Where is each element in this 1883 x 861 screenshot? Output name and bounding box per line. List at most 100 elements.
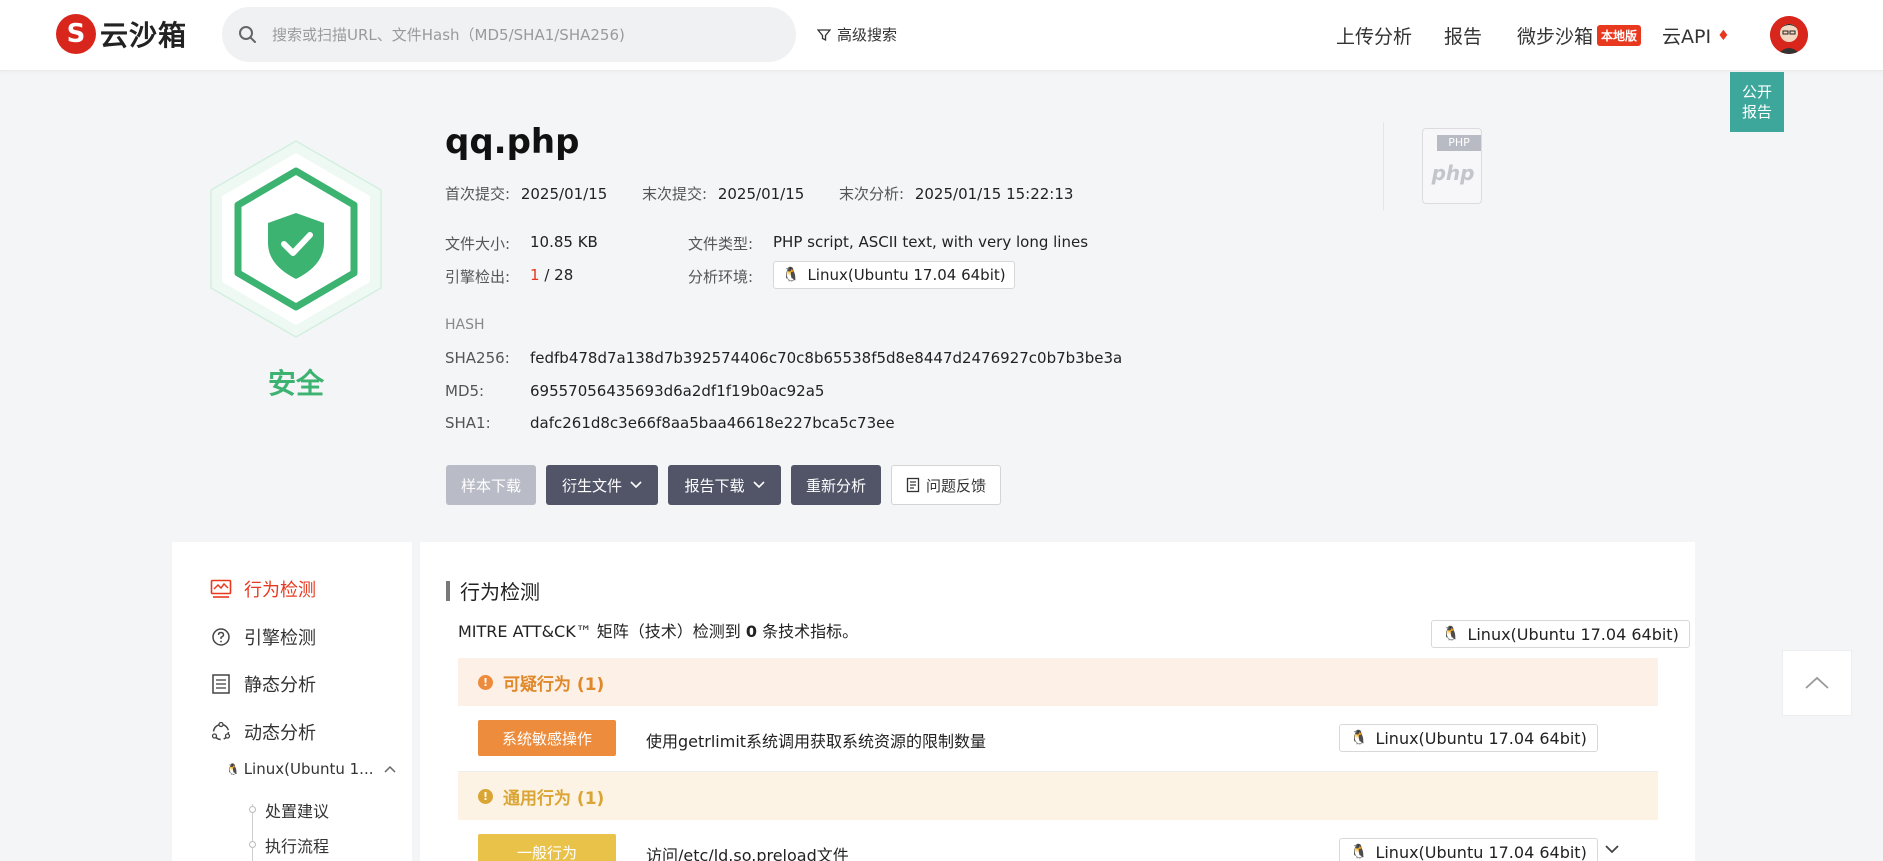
md5-label: MD5: [445, 382, 485, 400]
chevron-down-icon[interactable] [1604, 844, 1620, 854]
mitre-prefix: MITRE ATT&CK™ 矩阵（技术）检测到 [458, 622, 741, 641]
chevron-down-icon [630, 481, 642, 489]
public-report-button[interactable]: 公开 报告 [1730, 72, 1784, 132]
mitre-suffix: 条技术指标。 [762, 622, 859, 641]
chevron-up-icon [1805, 676, 1829, 689]
question-circle-icon [212, 628, 230, 646]
analysis-env-tag[interactable]: 🐧 Linux(Ubuntu 17.04 64bit) [773, 261, 1015, 289]
php-file-tag: PHP [1437, 135, 1481, 151]
nav-report[interactable]: 报告 [1444, 22, 1482, 49]
search-input[interactable] [272, 25, 752, 44]
sidebar-item-dynamic-label: 动态分析 [244, 723, 316, 744]
first-submit-value: 2025/01/15 [520, 185, 608, 203]
general-behavior-title: 通用行为 (1) [503, 788, 605, 809]
file-name: qq.php [445, 122, 580, 162]
nav-cloud-api[interactable]: 云API ♦ [1662, 22, 1730, 49]
chevron-down-icon [752, 481, 765, 489]
nav-micro-sandbox-label: 微步沙箱 [1517, 26, 1594, 48]
analysis-env-label: 分析环境: [688, 268, 754, 286]
general-behavior-header[interactable]: ! 通用行为 (1) [458, 772, 1658, 820]
php-file-icon: PHP php [1422, 128, 1482, 204]
engine-detect-value: 1 / 28 [530, 266, 573, 284]
hash-title: HASH [445, 317, 485, 333]
warning-icon: ! [478, 674, 493, 690]
derived-files-button[interactable]: 衍生文件 [546, 465, 658, 505]
file-size-label: 文件大小: [445, 235, 511, 253]
engine-total-count: / 28 [544, 266, 574, 284]
section-title-text: 行为检测 [460, 580, 540, 604]
suspicious-env-label: Linux(Ubuntu 17.04 64bit) [1375, 728, 1587, 748]
last-submit-label: 末次提交: [642, 185, 708, 203]
logo-text: 云沙箱 [100, 19, 188, 52]
sidebar-item-static-label: 静态分析 [244, 675, 316, 696]
derived-files-label: 衍生文件 [561, 476, 622, 495]
general-env-tag: 🐧 Linux(Ubuntu 17.04 64bit) [1339, 838, 1598, 861]
user-avatar[interactable] [1770, 16, 1808, 54]
sidebar-item-behavior-label: 行为检测 [244, 580, 316, 601]
document-icon [906, 477, 920, 493]
sha256-value[interactable]: fedfb478d7a138d7b392574406c70c8b65538f5d… [530, 349, 1122, 367]
behavior-panel: 行为检测 MITRE ATT&CK™ 矩阵（技术）检测到 0 条技术指标。 🐧 … [420, 542, 1695, 861]
env-filter-tag[interactable]: 🐧 Linux(Ubuntu 17.04 64bit) [1431, 620, 1690, 648]
tree-node [249, 806, 256, 813]
local-version-badge: 本地版 [1597, 25, 1642, 46]
linux-penguin-icon: 🐧 [1350, 844, 1368, 860]
linux-penguin-icon: 🐧 [782, 267, 800, 283]
top-header: S 云沙箱 高级搜索 上传分析 报告 微步沙箱 本地版 云API ♦ [0, 0, 1883, 71]
sidebar-env-toggle[interactable]: 🐧 Linux(Ubuntu 1... [226, 760, 396, 778]
sidebar-leaf-advice[interactable]: 处置建议 [265, 798, 329, 822]
logo[interactable]: S 云沙箱 [56, 12, 187, 56]
back-to-top-button[interactable] [1782, 650, 1852, 716]
sha256-label: SHA256: [445, 349, 510, 367]
sha1-label: SHA1: [445, 414, 491, 432]
search-bar[interactable] [222, 7, 796, 62]
first-submit: 首次提交: 2025/01/15 [445, 183, 607, 204]
suspicious-behavior-title: 可疑行为 (1) [503, 674, 605, 695]
mitre-summary: MITRE ATT&CK™ 矩阵（技术）检测到 0 条技术指标。 [458, 618, 858, 642]
report-download-label: 报告下载 [684, 476, 745, 495]
sidebar-item-dynamic[interactable]: 动态分析 [210, 719, 316, 745]
sidebar-item-engine[interactable]: 引擎检测 [210, 624, 316, 650]
report-download-button[interactable]: 报告下载 [668, 465, 781, 505]
sha1-value[interactable]: dafc261d8c3e66f8aa5baa46618e227bca5c73ee [530, 414, 895, 432]
advanced-search-label: 高级搜索 [837, 26, 898, 44]
section-title: 行为检测 [446, 576, 540, 605]
general-behavior-text[interactable]: 访问/etc/ld.so.preload文件 [646, 842, 849, 861]
nav-cloud-api-label: 云API [1662, 26, 1712, 48]
verdict-label: 安全 [267, 367, 324, 400]
monitor-icon [210, 579, 232, 598]
sidebar-item-behavior[interactable]: 行为检测 [210, 576, 316, 602]
feedback-label: 问题反馈 [925, 476, 986, 495]
section-title-bar [446, 580, 450, 601]
verdict-shield-icon [196, 139, 396, 339]
vertical-divider [1383, 122, 1384, 210]
analysis-env-value: Linux(Ubuntu 17.04 64bit) [807, 266, 1006, 284]
advanced-search-button[interactable]: 高级搜索 [817, 24, 897, 45]
warning-icon: ! [478, 788, 493, 804]
nav-micro-sandbox[interactable]: 微步沙箱 本地版 [1517, 22, 1642, 49]
last-analysis: 末次分析: 2025/01/15 15:22:13 [839, 183, 1073, 204]
sensitive-operation-tag: 系统敏感操作 [478, 720, 616, 756]
sidebar-item-engine-label: 引擎检测 [244, 628, 316, 649]
general-behavior-tag: 一般行为 [478, 834, 616, 861]
nav-upload-analysis[interactable]: 上传分析 [1336, 22, 1412, 49]
sample-download-button[interactable]: 样本下载 [446, 465, 536, 505]
public-report-line1: 公开 [1741, 83, 1772, 101]
logo-mark: S [56, 14, 96, 54]
filter-icon [817, 28, 831, 41]
feedback-button[interactable]: 问题反馈 [891, 465, 1001, 505]
env-filter-label: Linux(Ubuntu 17.04 64bit) [1467, 624, 1679, 644]
last-analysis-value: 2025/01/15 15:22:13 [914, 185, 1074, 203]
search-icon [238, 25, 258, 45]
md5-value[interactable]: 69557056435693d6a2df1f19b0ac92a5 [530, 382, 824, 400]
file-type-label: 文件类型: [688, 235, 754, 253]
sidebar-leaf-flow[interactable]: 执行流程 [265, 833, 329, 857]
engine-detect-label: 引擎检出: [445, 268, 511, 286]
general-env-label: Linux(Ubuntu 17.04 64bit) [1375, 842, 1587, 861]
fire-icon: ♦ [1717, 27, 1730, 44]
sidebar-item-static[interactable]: 静态分析 [210, 671, 316, 697]
suspicious-behavior-text[interactable]: 使用getrlimit系统调用获取系统资源的限制数量 [646, 728, 986, 752]
reanalyze-button[interactable]: 重新分析 [791, 465, 881, 505]
suspicious-env-tag: 🐧 Linux(Ubuntu 17.04 64bit) [1339, 724, 1598, 752]
suspicious-behavior-header[interactable]: ! 可疑行为 (1) [458, 658, 1658, 706]
